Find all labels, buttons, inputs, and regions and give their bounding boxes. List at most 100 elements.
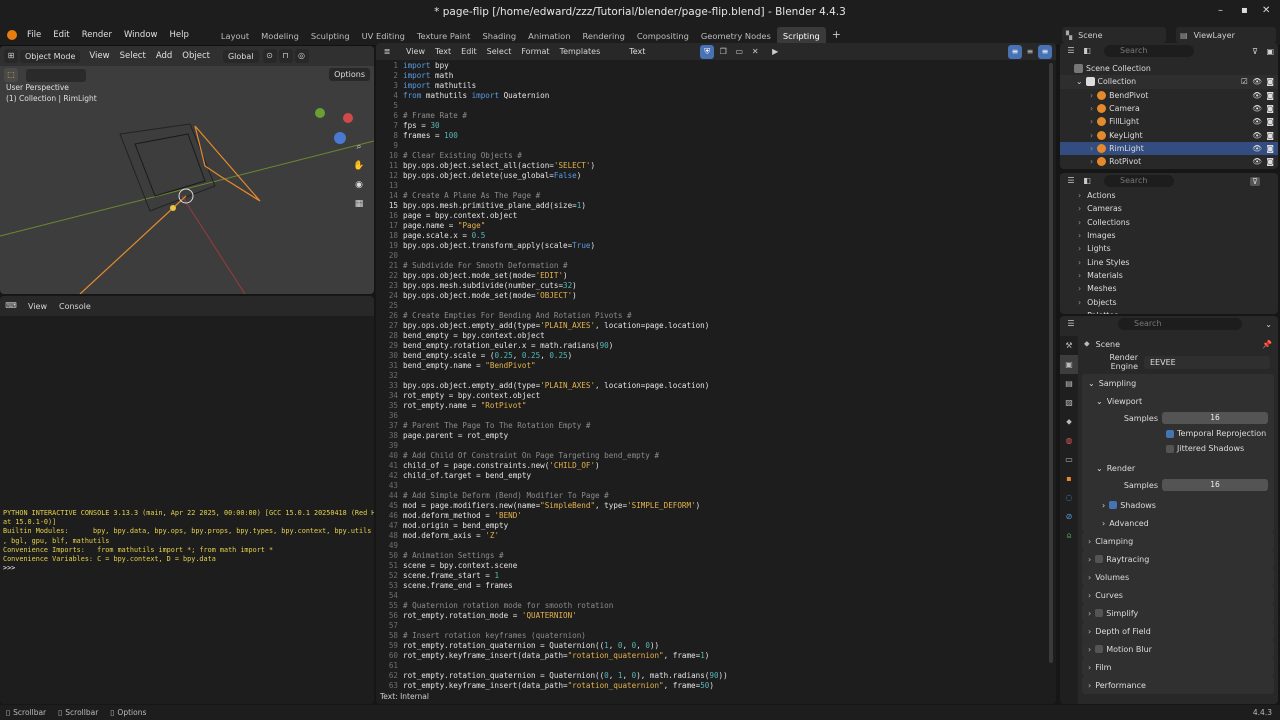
viewport-samples-slider[interactable]: 16 [1162,412,1268,424]
tab-geometry-nodes[interactable]: Geometry Nodes [695,27,777,45]
sampling-header[interactable]: ⌄ Sampling [1082,374,1274,392]
section-simplify[interactable]: › Simplify [1082,604,1274,622]
render-subpanel-header[interactable]: ⌄ Render [1082,459,1274,477]
jittered-shadows-row[interactable]: Jittered Shadows [1082,441,1274,456]
console-menu-view[interactable]: View [28,302,47,311]
editor-menu-view[interactable]: View [406,47,425,56]
tab-layout[interactable]: Layout [215,27,255,45]
visibility-eye-icon[interactable]: 👁 [1252,157,1262,166]
expand-arrow-icon[interactable]: › [1090,131,1093,140]
expand-arrow-icon[interactable]: › [1078,298,1081,307]
expand-arrow-icon[interactable]: › [1078,311,1081,314]
unlink-text-icon[interactable]: ✕ [748,44,763,59]
section-film[interactable]: › Film [1082,658,1274,676]
editor-menu-edit[interactable]: Edit [461,47,477,56]
tab-rendering[interactable]: Rendering [576,27,630,45]
expand-arrow-icon[interactable]: › [1088,591,1091,600]
outliner-item-camera[interactable]: › Camera 👁 ◙ [1060,102,1278,115]
expand-arrow-icon[interactable]: ⌄ [1076,77,1083,86]
3d-viewport[interactable]: ⊞ Object Mode View Select Add Object Glo… [0,46,374,294]
data-browser-search-input[interactable]: Search [1104,175,1174,187]
expand-arrow-icon[interactable]: › [1090,91,1093,100]
outliner-type-icon[interactable]: ☰ [1064,44,1078,58]
tool-tab-icon[interactable]: ⚒ [1060,336,1078,355]
render-samples-slider[interactable]: 16 [1162,479,1268,491]
editor-menu-text[interactable]: Text [435,47,451,56]
display-mode-icon[interactable]: ◧ [1080,44,1094,58]
render-camera-icon[interactable]: ◙ [1266,91,1274,100]
section-clamping[interactable]: › Clamping [1082,532,1274,550]
line-numbers-toggle-icon[interactable]: ≡ [1008,44,1022,59]
console-editor-type-icon[interactable]: ⌨ [4,299,18,313]
filter-icon[interactable]: ⊽ [1252,47,1258,56]
output-tab-icon[interactable]: ▤ [1060,374,1078,393]
data-tab-icon[interactable]: ⍝ [1060,526,1078,545]
tab-modeling[interactable]: Modeling [255,27,305,45]
collection-row[interactable]: ⌄ Collection ☑ 👁 ◙ [1060,75,1278,89]
exclude-checkbox-icon[interactable]: ☑ [1241,77,1248,86]
physics-tab-icon[interactable]: ◌ [1060,488,1078,507]
world-tab-icon[interactable]: ◍ [1060,431,1078,450]
expand-arrow-icon[interactable]: › [1078,191,1081,200]
tab-uv-editing[interactable]: UV Editing [356,27,411,45]
expand-arrow-icon[interactable]: › [1078,218,1081,227]
editor-menu-format[interactable]: Format [521,47,549,56]
section-checkbox[interactable] [1095,609,1104,617]
tab-scripting[interactable]: Scripting [776,26,826,45]
visibility-eye-icon[interactable]: 👁 [1252,91,1262,100]
outliner-item-rimlight[interactable]: › RimLight 👁 ◙ [1060,141,1278,156]
editor-scrollbar[interactable] [1049,63,1053,663]
syntax-highlight-toggle-icon[interactable]: ≡ [1038,44,1052,59]
menu-window[interactable]: Window [118,24,164,46]
expand-arrow-icon[interactable]: › [1088,537,1091,546]
data-browser-item-palettes[interactable]: › Palettes [1060,309,1278,314]
menu-file[interactable]: File [21,24,47,46]
menu-help[interactable]: Help [163,24,194,46]
advanced-subpanel-header[interactable]: › Advanced [1082,514,1274,532]
visibility-eye-icon[interactable]: 👁 [1252,144,1262,153]
close-icon[interactable]: ✕ [1262,5,1270,16]
expand-arrow-icon[interactable]: › [1078,284,1081,293]
collection-tab-icon[interactable]: ▭ [1060,450,1078,469]
filter-icon[interactable]: ⊽ [1250,176,1260,186]
maximize-icon[interactable]: ▪ [1241,5,1248,16]
constraints-tab-icon[interactable]: ⊘ [1060,507,1078,526]
visibility-eye-icon[interactable]: 👁 [1252,131,1262,140]
data-browser-item-images[interactable]: › Images [1060,229,1278,242]
python-console[interactable]: ⌨ View Console PYTHON INTERACTIVE CONSOL… [0,296,374,704]
expand-arrow-icon[interactable]: › [1090,117,1093,126]
zoom-icon[interactable]: ⌕ [350,138,368,157]
expand-arrow-icon[interactable]: › [1090,157,1093,166]
visibility-eye-icon[interactable]: 👁 [1252,77,1262,86]
render-camera-icon[interactable]: ◙ [1266,117,1274,126]
tab-animation[interactable]: Animation [522,27,576,45]
visibility-eye-icon[interactable]: 👁 [1252,104,1262,113]
ortho-grid-icon[interactable]: ▦ [350,195,368,214]
tab-shading[interactable]: Shading [476,27,522,45]
render-camera-icon[interactable]: ◙ [1266,144,1274,153]
minimize-icon[interactable]: – [1218,5,1223,16]
menu-render[interactable]: Render [76,24,118,46]
run-script-icon[interactable]: ▶ [768,44,783,59]
data-browser-item-materials[interactable]: › Materials [1060,269,1278,282]
scene-tab-icon[interactable]: ⬥ [1060,412,1078,431]
text-editor[interactable]: ≣ View Text Edit Select Format Templates… [376,43,1056,704]
outliner-item-keylight[interactable]: › KeyLight 👁 ◙ [1060,128,1278,141]
data-browser-item-lights[interactable]: › Lights [1060,242,1278,255]
properties-type-icon[interactable]: ☰ [1064,317,1078,331]
expand-arrow-icon[interactable]: › [1088,663,1091,672]
text-datablock-selector[interactable]: Text [624,45,697,58]
viewport-subpanel-header[interactable]: ⌄ Viewport [1082,392,1274,410]
blender-logo-icon[interactable] [7,29,17,40]
data-browser-item-line-styles[interactable]: › Line Styles [1060,255,1278,268]
new-text-icon[interactable]: ❐ [716,44,731,59]
editor-menu-select[interactable]: Select [487,47,512,56]
add-workspace-icon[interactable]: + [832,28,841,41]
new-collection-icon[interactable]: ▣ [1266,47,1274,56]
expand-arrow-icon[interactable]: › [1088,681,1091,690]
shadows-checkbox[interactable] [1109,501,1118,509]
data-browser-item-actions[interactable]: › Actions [1060,189,1278,202]
camera-view-icon[interactable]: ◉ [350,176,368,195]
visibility-eye-icon[interactable]: 👁 [1252,117,1262,126]
expand-arrow-icon[interactable]: › [1088,645,1091,654]
